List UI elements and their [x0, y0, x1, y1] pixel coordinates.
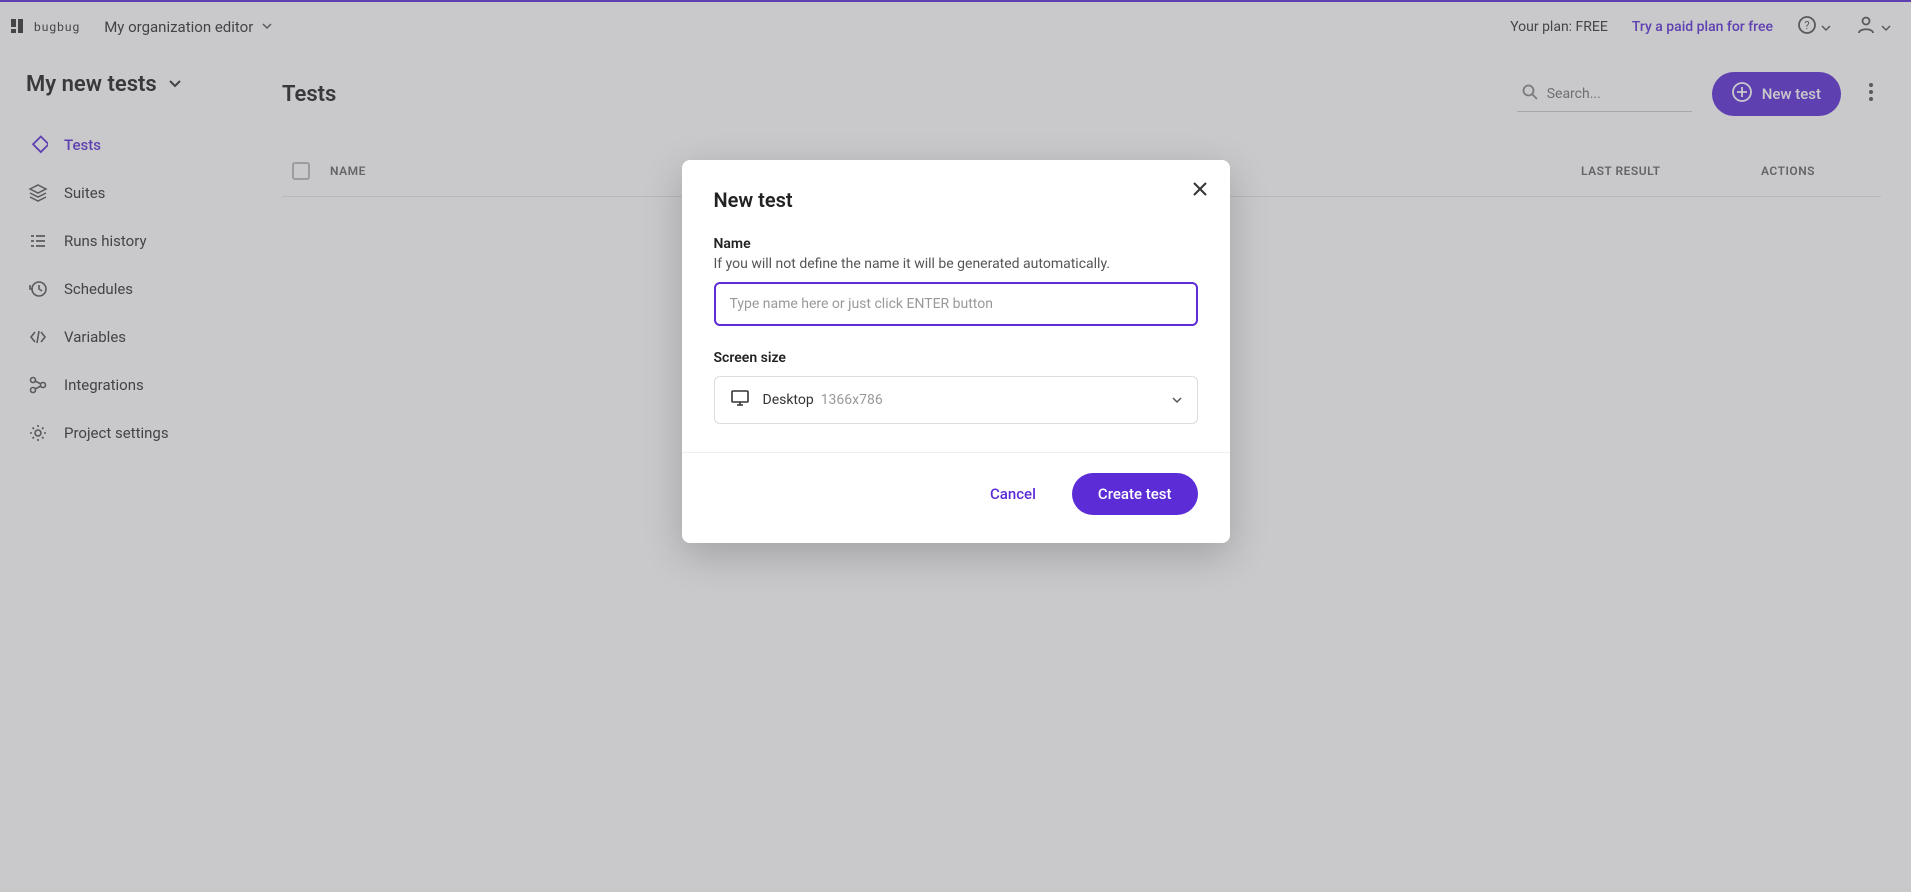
screen-size-label: Screen size — [714, 350, 1198, 366]
modal-close-button[interactable] — [1192, 178, 1208, 202]
name-label: Name — [714, 236, 1198, 252]
name-hint: If you will not define the name it will … — [714, 256, 1198, 272]
screen-size-dimensions: 1366x786 — [821, 392, 883, 408]
create-test-button[interactable]: Create test — [1072, 473, 1198, 515]
close-icon — [1192, 178, 1208, 202]
new-test-modal: New test Name If you will not define the… — [682, 160, 1230, 543]
cancel-button[interactable]: Cancel — [966, 473, 1060, 515]
modal-title: New test — [714, 188, 1198, 212]
desktop-icon — [729, 387, 751, 413]
test-name-input[interactable] — [714, 282, 1198, 326]
modal-footer: Cancel Create test — [714, 473, 1198, 515]
screen-size-value: Desktop 1366x786 — [763, 392, 1159, 408]
modal-divider — [682, 452, 1230, 453]
screen-size-select[interactable]: Desktop 1366x786 — [714, 376, 1198, 424]
modal-overlay[interactable]: New test Name If you will not define the… — [0, 0, 1911, 892]
chevron-down-icon — [1171, 391, 1183, 410]
screen-size-name: Desktop — [763, 392, 814, 408]
